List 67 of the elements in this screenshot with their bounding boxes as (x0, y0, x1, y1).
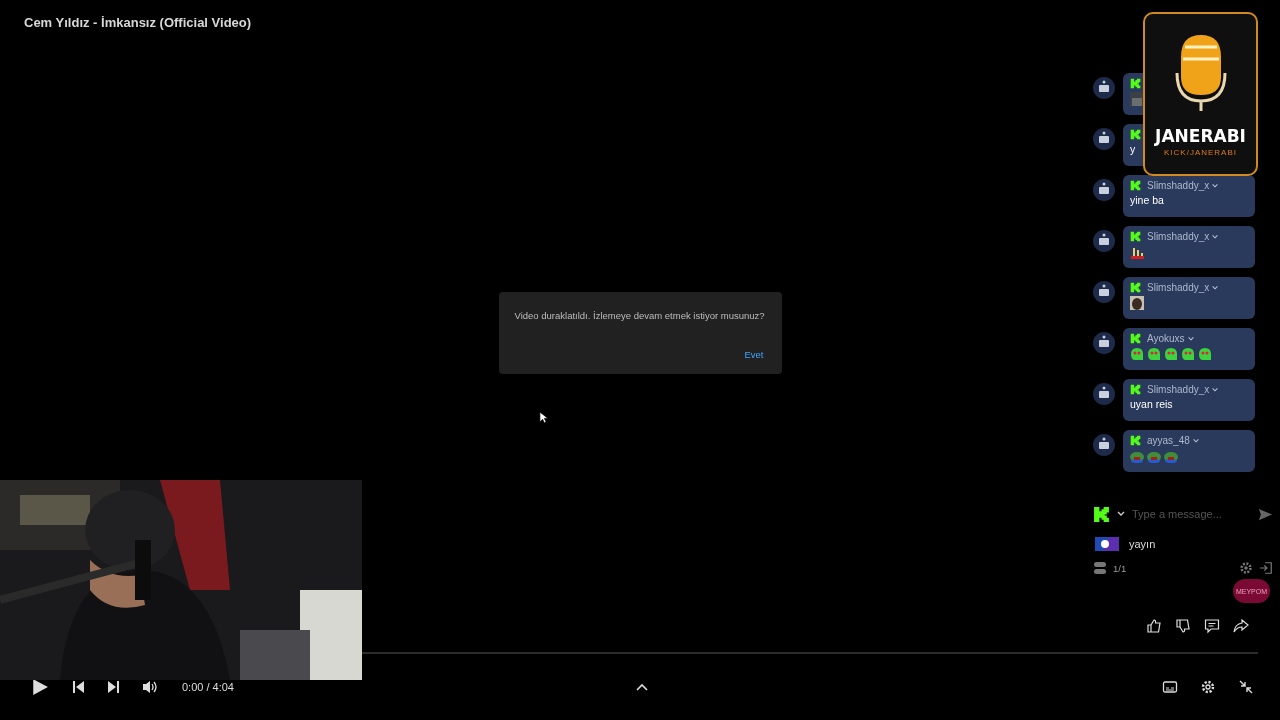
frog-emote-icon (1147, 449, 1161, 463)
username[interactable]: Slimshaddy_x (1147, 384, 1210, 395)
video-title: Cem Yıldız - İmkansız (Official Video) (24, 14, 252, 30)
avatar-icon (1093, 77, 1115, 99)
avatar-icon (1093, 434, 1115, 456)
frog-emote-icon (1130, 449, 1144, 463)
time-display: 0:00 / 4:04 (182, 681, 234, 693)
blob-emote-icon (1164, 347, 1178, 361)
page-count: 1/1 (1113, 562, 1127, 574)
blob-emote-icon (1198, 347, 1212, 361)
kick-logo-icon (1130, 282, 1141, 293)
avatar-icon (1093, 230, 1115, 252)
username[interactable]: ayyas_48 (1147, 435, 1190, 446)
channel-icon (1095, 537, 1119, 551)
kick-logo-icon (1130, 129, 1141, 140)
avatar-icon (1093, 383, 1115, 405)
kick-logo-icon (1130, 180, 1141, 191)
send-icon[interactable] (1258, 506, 1273, 522)
message-text: y (1130, 143, 1136, 155)
username[interactable]: Slimshaddy_x (1147, 231, 1210, 242)
avatar-icon (1093, 128, 1115, 150)
mouse-cursor-icon (539, 411, 548, 424)
kick-logo-icon (1130, 435, 1141, 446)
message-input[interactable]: Type a message... (1132, 508, 1252, 520)
previous-icon[interactable] (70, 679, 86, 695)
chevron-down-icon (1211, 385, 1220, 394)
share-icon[interactable] (1233, 618, 1249, 634)
message-text: uyan reis (1130, 398, 1173, 410)
chevron-down-icon (1186, 334, 1195, 343)
blob-emote-icon (1147, 347, 1161, 361)
message-text: yine ba (1130, 194, 1164, 206)
exit-fullscreen-icon[interactable] (1238, 679, 1254, 695)
chevron-down-icon (1191, 436, 1200, 445)
kick-logo-icon (1130, 231, 1141, 242)
pinned-label[interactable]: yayın (1129, 538, 1156, 550)
next-icon[interactable] (106, 679, 122, 695)
kick-logo-icon (1093, 505, 1110, 523)
username[interactable]: Ayokuxs (1147, 333, 1185, 344)
bars-emote-icon (1130, 245, 1144, 259)
logo-title: JANERABI (1155, 126, 1246, 146)
frog-emote-icon (1164, 449, 1178, 463)
toggle-icon[interactable] (1093, 561, 1107, 575)
subtitles-icon[interactable] (1162, 679, 1178, 695)
play-icon[interactable] (30, 678, 50, 696)
volume-icon[interactable] (142, 679, 158, 695)
kick-logo-icon (1130, 78, 1141, 89)
dialog-message: Video duraklatıldı. İzlemeye devam etmek istiyor musunuz? (514, 310, 766, 321)
username[interactable]: Slimshaddy_x (1147, 282, 1210, 293)
blob-emote-icon (1130, 347, 1144, 361)
avatar-icon (1093, 281, 1115, 303)
confirm-button[interactable]: Evet (742, 347, 766, 362)
blob-emote-icon (1181, 347, 1195, 361)
exit-icon[interactable] (1259, 561, 1273, 575)
dislike-icon[interactable] (1175, 618, 1191, 634)
like-icon[interactable] (1146, 618, 1162, 634)
kick-logo-icon (1130, 333, 1141, 344)
face-emote-icon (1130, 296, 1144, 310)
comment-icon[interactable] (1204, 618, 1220, 634)
chevron-down-icon (1211, 283, 1220, 292)
chevron-down-icon (1211, 232, 1220, 241)
avatar-icon (1093, 332, 1115, 354)
logo-subtitle: KICK/JANERABI (1164, 148, 1237, 157)
photo-emote-icon (1130, 92, 1144, 106)
kick-logo-icon (1130, 384, 1141, 395)
chevron-down-icon (1211, 181, 1220, 190)
username[interactable]: Slimshaddy_x (1147, 180, 1210, 191)
avatar-icon (1093, 179, 1115, 201)
